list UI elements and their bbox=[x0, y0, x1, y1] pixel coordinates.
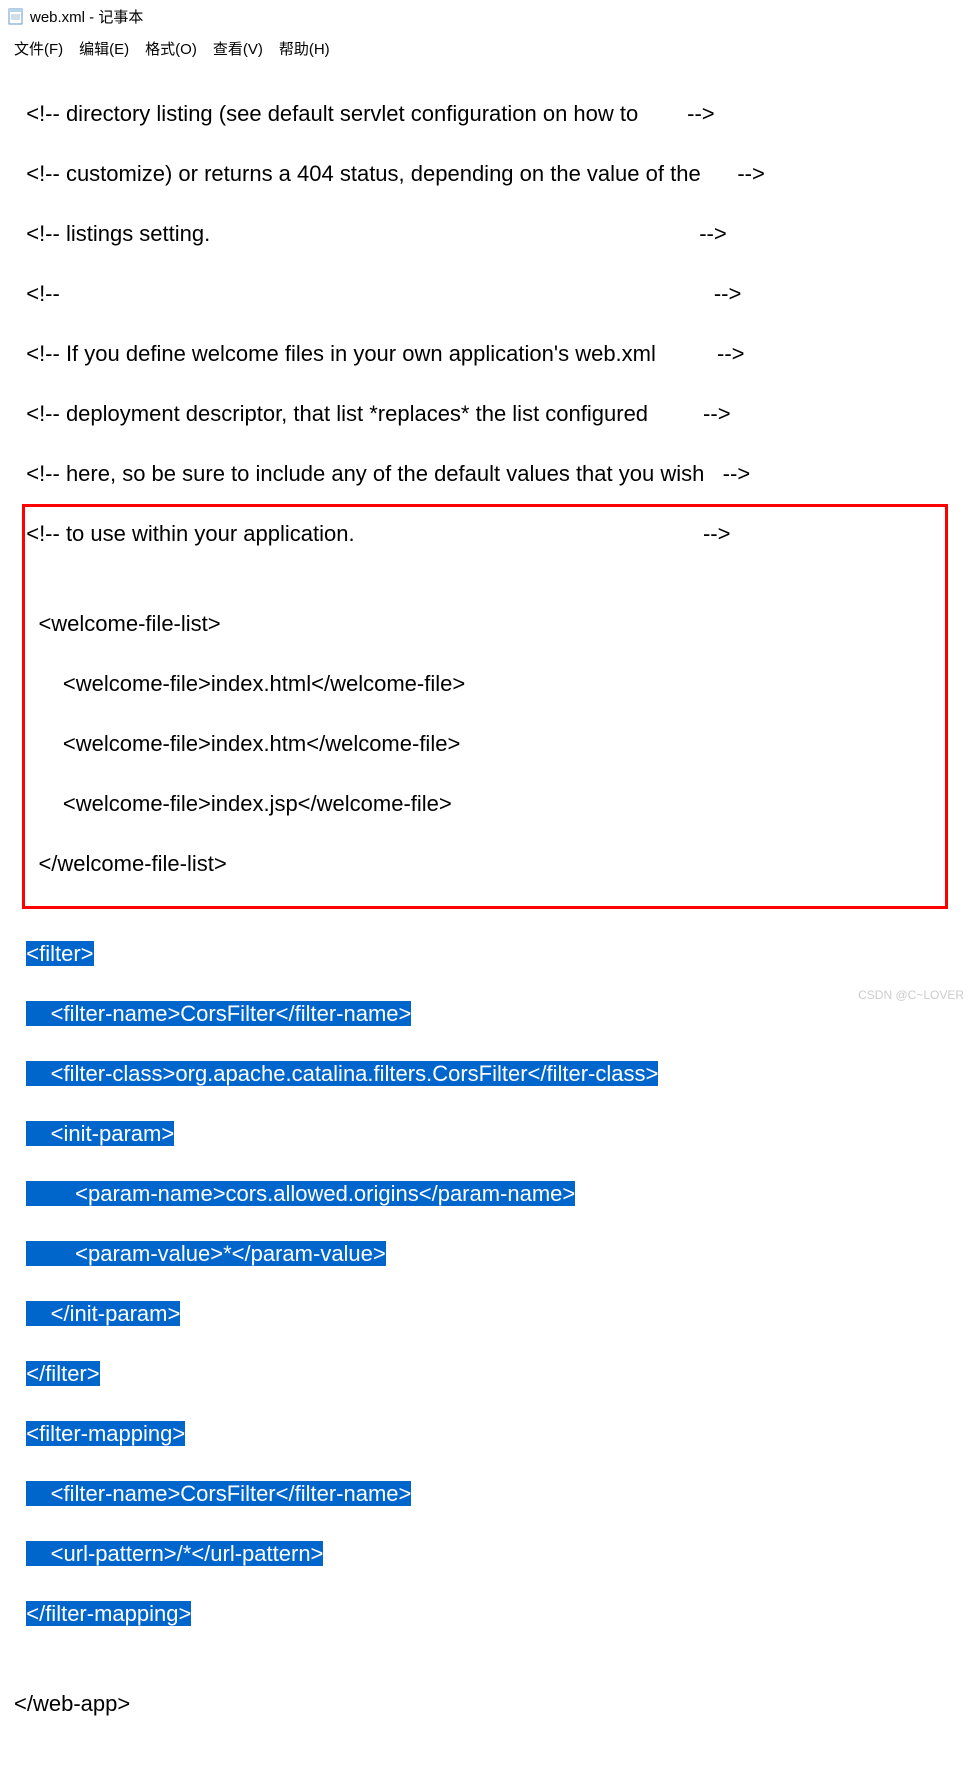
code-line: <welcome-file-list> bbox=[14, 609, 960, 639]
code-line-selected: <filter-name>CorsFilter</filter-name> bbox=[14, 1479, 960, 1509]
menu-view[interactable]: 查看(V) bbox=[207, 36, 269, 61]
code-line-selected: </filter-mapping> bbox=[14, 1599, 960, 1629]
selected-text: <filter> bbox=[26, 941, 93, 966]
selected-text: <filter-name>CorsFilter</filter-name> bbox=[26, 1001, 411, 1026]
code-line: <welcome-file>index.jsp</welcome-file> bbox=[14, 789, 960, 819]
selected-text: <filter-mapping> bbox=[26, 1421, 185, 1446]
code-line: <welcome-file>index.html</welcome-file> bbox=[14, 669, 960, 699]
window-title: web.xml - 记事本 bbox=[30, 6, 143, 27]
selected-text: <filter-name>CorsFilter</filter-name> bbox=[26, 1481, 411, 1506]
code-line: <!-- --> bbox=[14, 279, 960, 309]
menu-format[interactable]: 格式(O) bbox=[139, 36, 203, 61]
code-line-selected: </filter> bbox=[14, 1359, 960, 1389]
code-line-selected: <init-param> bbox=[14, 1119, 960, 1149]
selected-text: <filter-class>org.apache.catalina.filter… bbox=[26, 1061, 658, 1086]
selected-text: </filter-mapping> bbox=[26, 1601, 191, 1626]
watermark: CSDN @C~LOVER bbox=[858, 988, 964, 1002]
code-line: <!-- here, so be sure to include any of … bbox=[14, 459, 960, 489]
code-line-selected: <filter-mapping> bbox=[14, 1419, 960, 1449]
menu-edit[interactable]: 编辑(E) bbox=[73, 36, 135, 61]
code-line: <!-- If you define welcome files in your… bbox=[14, 339, 960, 369]
titlebar: web.xml - 记事本 bbox=[0, 0, 974, 32]
selected-text: </filter> bbox=[26, 1361, 99, 1386]
code-line: <!-- customize) or returns a 404 status,… bbox=[14, 159, 960, 189]
editor-content[interactable]: <!-- directory listing (see default serv… bbox=[0, 69, 974, 1779]
code-line-selected: <url-pattern>/*</url-pattern> bbox=[14, 1539, 960, 1569]
code-line: <!-- to use within your application. --> bbox=[14, 519, 960, 549]
notepad-icon bbox=[8, 7, 24, 25]
menu-file[interactable]: 文件(F) bbox=[8, 36, 69, 61]
selected-text: <param-value>*</param-value> bbox=[26, 1241, 386, 1266]
code-line: <!-- deployment descriptor, that list *r… bbox=[14, 399, 960, 429]
menubar: 文件(F) 编辑(E) 格式(O) 查看(V) 帮助(H) bbox=[0, 32, 974, 69]
code-line: <!-- directory listing (see default serv… bbox=[14, 99, 960, 129]
code-line-selected: </init-param> bbox=[14, 1299, 960, 1329]
menu-help[interactable]: 帮助(H) bbox=[273, 36, 336, 61]
selected-text: <init-param> bbox=[26, 1121, 174, 1146]
code-line-selected: <filter> bbox=[14, 939, 960, 969]
code-line-selected: <param-value>*</param-value> bbox=[14, 1239, 960, 1269]
selected-text: </init-param> bbox=[26, 1301, 180, 1326]
code-line: <welcome-file>index.htm</welcome-file> bbox=[14, 729, 960, 759]
code-line: <!-- listings setting. --> bbox=[14, 219, 960, 249]
code-line-selected: <filter-name>CorsFilter</filter-name> bbox=[14, 999, 960, 1029]
code-line: </welcome-file-list> bbox=[14, 849, 960, 879]
code-line: </web-app> bbox=[14, 1689, 960, 1719]
selected-text: <param-name>cors.allowed.origins</param-… bbox=[26, 1181, 575, 1206]
selected-text: <url-pattern>/*</url-pattern> bbox=[26, 1541, 323, 1566]
code-line-selected: <param-name>cors.allowed.origins</param-… bbox=[14, 1179, 960, 1209]
code-line-selected: <filter-class>org.apache.catalina.filter… bbox=[14, 1059, 960, 1089]
